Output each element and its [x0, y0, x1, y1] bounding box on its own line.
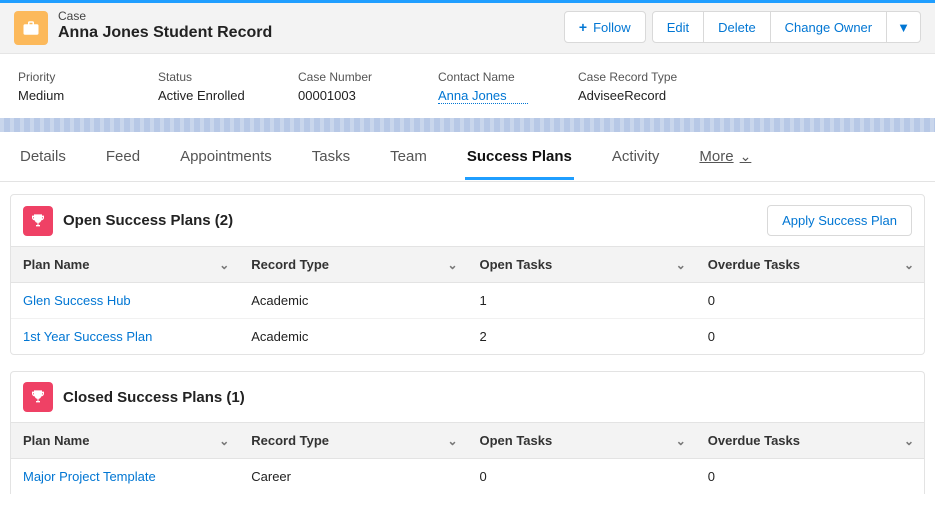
record-type-value: AdviseeRecord	[578, 88, 677, 103]
record-header: Case Anna Jones Student Record + Follow …	[0, 3, 935, 54]
closed-plans-title: Closed Success Plans (1)	[63, 389, 912, 406]
record-type-label: Case Record Type	[578, 70, 677, 84]
tab-team[interactable]: Team	[388, 134, 429, 180]
priority-label: Priority	[18, 70, 108, 84]
col-overdue-tasks: Overdue Tasks	[708, 257, 800, 272]
tab-appointments[interactable]: Appointments	[178, 134, 274, 180]
header-actions: + Follow Edit Delete Change Owner ▼	[558, 11, 921, 43]
chevron-down-icon[interactable]: ⌄	[904, 434, 914, 448]
plus-icon: +	[579, 19, 587, 35]
cell-open-tasks: 0	[468, 459, 696, 495]
follow-label: Follow	[593, 20, 631, 35]
cell-open-tasks: 2	[468, 319, 696, 355]
more-actions-button[interactable]: ▼	[886, 11, 921, 43]
chevron-down-icon[interactable]: ⌄	[219, 434, 229, 448]
table-row: Glen Success Hub Academic 1 0	[11, 283, 924, 319]
table-row: 1st Year Success Plan Academic 2 0	[11, 319, 924, 355]
case-number-value: 00001003	[298, 88, 388, 103]
plan-link[interactable]: 1st Year Success Plan	[23, 329, 152, 344]
tab-feed[interactable]: Feed	[104, 134, 142, 180]
cell-open-tasks: 1	[468, 283, 696, 319]
trophy-icon	[23, 206, 53, 236]
tab-activity[interactable]: Activity	[610, 134, 662, 180]
edit-button[interactable]: Edit	[652, 11, 704, 43]
record-title: Anna Jones Student Record	[58, 23, 558, 43]
tab-details[interactable]: Details	[18, 134, 68, 180]
cell-record-type: Career	[239, 459, 467, 495]
contact-name-link[interactable]: Anna Jones	[438, 88, 528, 104]
tab-bar: Details Feed Appointments Tasks Team Suc…	[0, 132, 935, 182]
col-record-type: Record Type	[251, 433, 329, 448]
caret-down-icon: ▼	[897, 20, 910, 35]
cell-overdue-tasks: 0	[696, 319, 924, 355]
trophy-icon	[23, 382, 53, 412]
tab-success-plans[interactable]: Success Plans	[465, 134, 574, 180]
col-plan-name: Plan Name	[23, 433, 89, 448]
change-owner-button[interactable]: Change Owner	[770, 11, 887, 43]
tab-more[interactable]: More ⌄	[697, 134, 753, 180]
chevron-down-icon[interactable]: ⌄	[676, 258, 686, 272]
tab-tasks[interactable]: Tasks	[310, 134, 352, 180]
priority-value: Medium	[18, 88, 108, 103]
col-open-tasks: Open Tasks	[480, 257, 553, 272]
chevron-down-icon[interactable]: ⌄	[904, 258, 914, 272]
chevron-down-icon[interactable]: ⌄	[219, 258, 229, 272]
chevron-down-icon[interactable]: ⌄	[447, 258, 457, 272]
status-label: Status	[158, 70, 248, 84]
open-success-plans-panel: Open Success Plans (2) Apply Success Pla…	[10, 194, 925, 355]
col-record-type: Record Type	[251, 257, 329, 272]
case-icon	[14, 11, 48, 45]
tab-more-label: More	[699, 148, 733, 165]
col-plan-name: Plan Name	[23, 257, 89, 272]
open-plans-table: Plan Name ⌄ Record Type ⌄ Open Tasks ⌄ Over…	[11, 246, 924, 354]
follow-button[interactable]: + Follow	[564, 11, 646, 43]
col-open-tasks: Open Tasks	[480, 433, 553, 448]
closed-plans-table: Plan Name ⌄ Record Type ⌄ Open Tasks ⌄ Over…	[11, 422, 924, 494]
chevron-down-icon[interactable]: ⌄	[676, 434, 686, 448]
table-row: Major Project Template Career 0 0	[11, 459, 924, 495]
plan-link[interactable]: Major Project Template	[23, 469, 156, 484]
cell-overdue-tasks: 0	[696, 459, 924, 495]
contact-name-label: Contact Name	[438, 70, 528, 84]
cell-record-type: Academic	[239, 319, 467, 355]
path-placeholder	[0, 118, 935, 132]
object-label: Case	[58, 9, 558, 23]
apply-success-plan-button[interactable]: Apply Success Plan	[767, 205, 912, 236]
delete-button[interactable]: Delete	[703, 11, 771, 43]
chevron-down-icon[interactable]: ⌄	[447, 434, 457, 448]
chevron-down-icon: ⌄	[740, 148, 752, 165]
closed-success-plans-panel: Closed Success Plans (1) Plan Name ⌄ Reco…	[10, 371, 925, 494]
status-value: Active Enrolled	[158, 88, 248, 103]
open-plans-title: Open Success Plans (2)	[63, 212, 767, 229]
plan-link[interactable]: Glen Success Hub	[23, 293, 131, 308]
highlight-fields: Priority Medium Status Active Enrolled C…	[0, 54, 935, 118]
case-number-label: Case Number	[298, 70, 388, 84]
cell-overdue-tasks: 0	[696, 283, 924, 319]
col-overdue-tasks: Overdue Tasks	[708, 433, 800, 448]
cell-record-type: Academic	[239, 283, 467, 319]
